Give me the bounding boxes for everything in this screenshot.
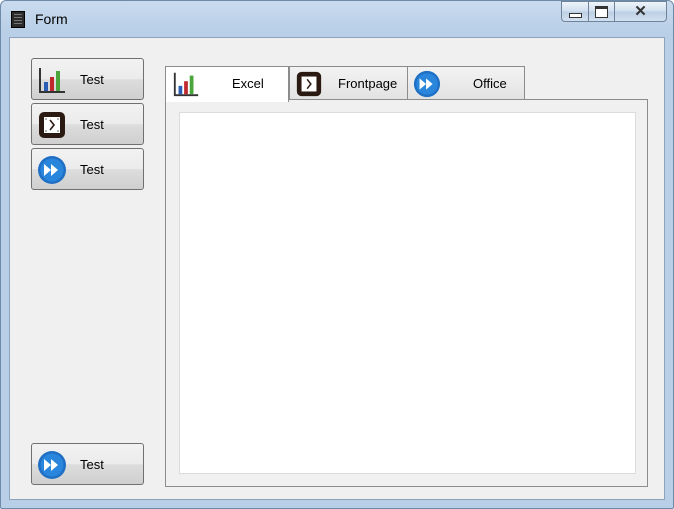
bar-chart-icon xyxy=(172,70,200,98)
clock-icon xyxy=(37,110,67,140)
tab-label: Office xyxy=(473,76,507,91)
test-button-label: Test xyxy=(80,162,104,177)
tab-frontpage[interactable]: Frontpage xyxy=(289,66,408,101)
test-button-forward-bottom[interactable]: Test xyxy=(31,443,144,485)
tab-panel xyxy=(165,99,648,487)
maximize-button[interactable] xyxy=(588,1,615,22)
minimize-icon xyxy=(568,12,582,18)
tab-label: Excel xyxy=(232,76,264,91)
title-bar[interactable]: Form ✕ xyxy=(1,1,673,37)
test-button-label: Test xyxy=(80,72,104,87)
form-client-area: Test Test Test Test Excel Frontpage Offi… xyxy=(9,37,665,500)
tab-label: Frontpage xyxy=(338,76,398,91)
test-button-label: Test xyxy=(80,457,104,472)
fast-forward-icon xyxy=(413,70,441,98)
fast-forward-icon xyxy=(37,155,67,185)
tab-content-area[interactable] xyxy=(179,112,636,474)
main-window: Form ✕ Test Test Test Test Excel Frontpa… xyxy=(0,0,674,509)
clock-icon xyxy=(295,70,323,98)
caption-buttons: ✕ xyxy=(561,1,667,23)
bar-chart-icon xyxy=(37,65,67,95)
app-icon[interactable] xyxy=(11,11,25,28)
test-button-clock[interactable]: Test xyxy=(31,103,144,145)
maximize-icon xyxy=(595,5,608,18)
fast-forward-icon xyxy=(37,450,67,480)
tab-excel[interactable]: Excel xyxy=(165,66,289,102)
test-button-chart[interactable]: Test xyxy=(31,58,144,100)
window-title: Form xyxy=(35,11,68,27)
close-icon: ✕ xyxy=(634,3,647,20)
close-button[interactable]: ✕ xyxy=(615,1,667,22)
test-button-forward[interactable]: Test xyxy=(31,148,144,190)
minimize-button[interactable] xyxy=(561,1,588,22)
tab-office[interactable]: Office xyxy=(407,66,525,101)
test-button-label: Test xyxy=(80,117,104,132)
